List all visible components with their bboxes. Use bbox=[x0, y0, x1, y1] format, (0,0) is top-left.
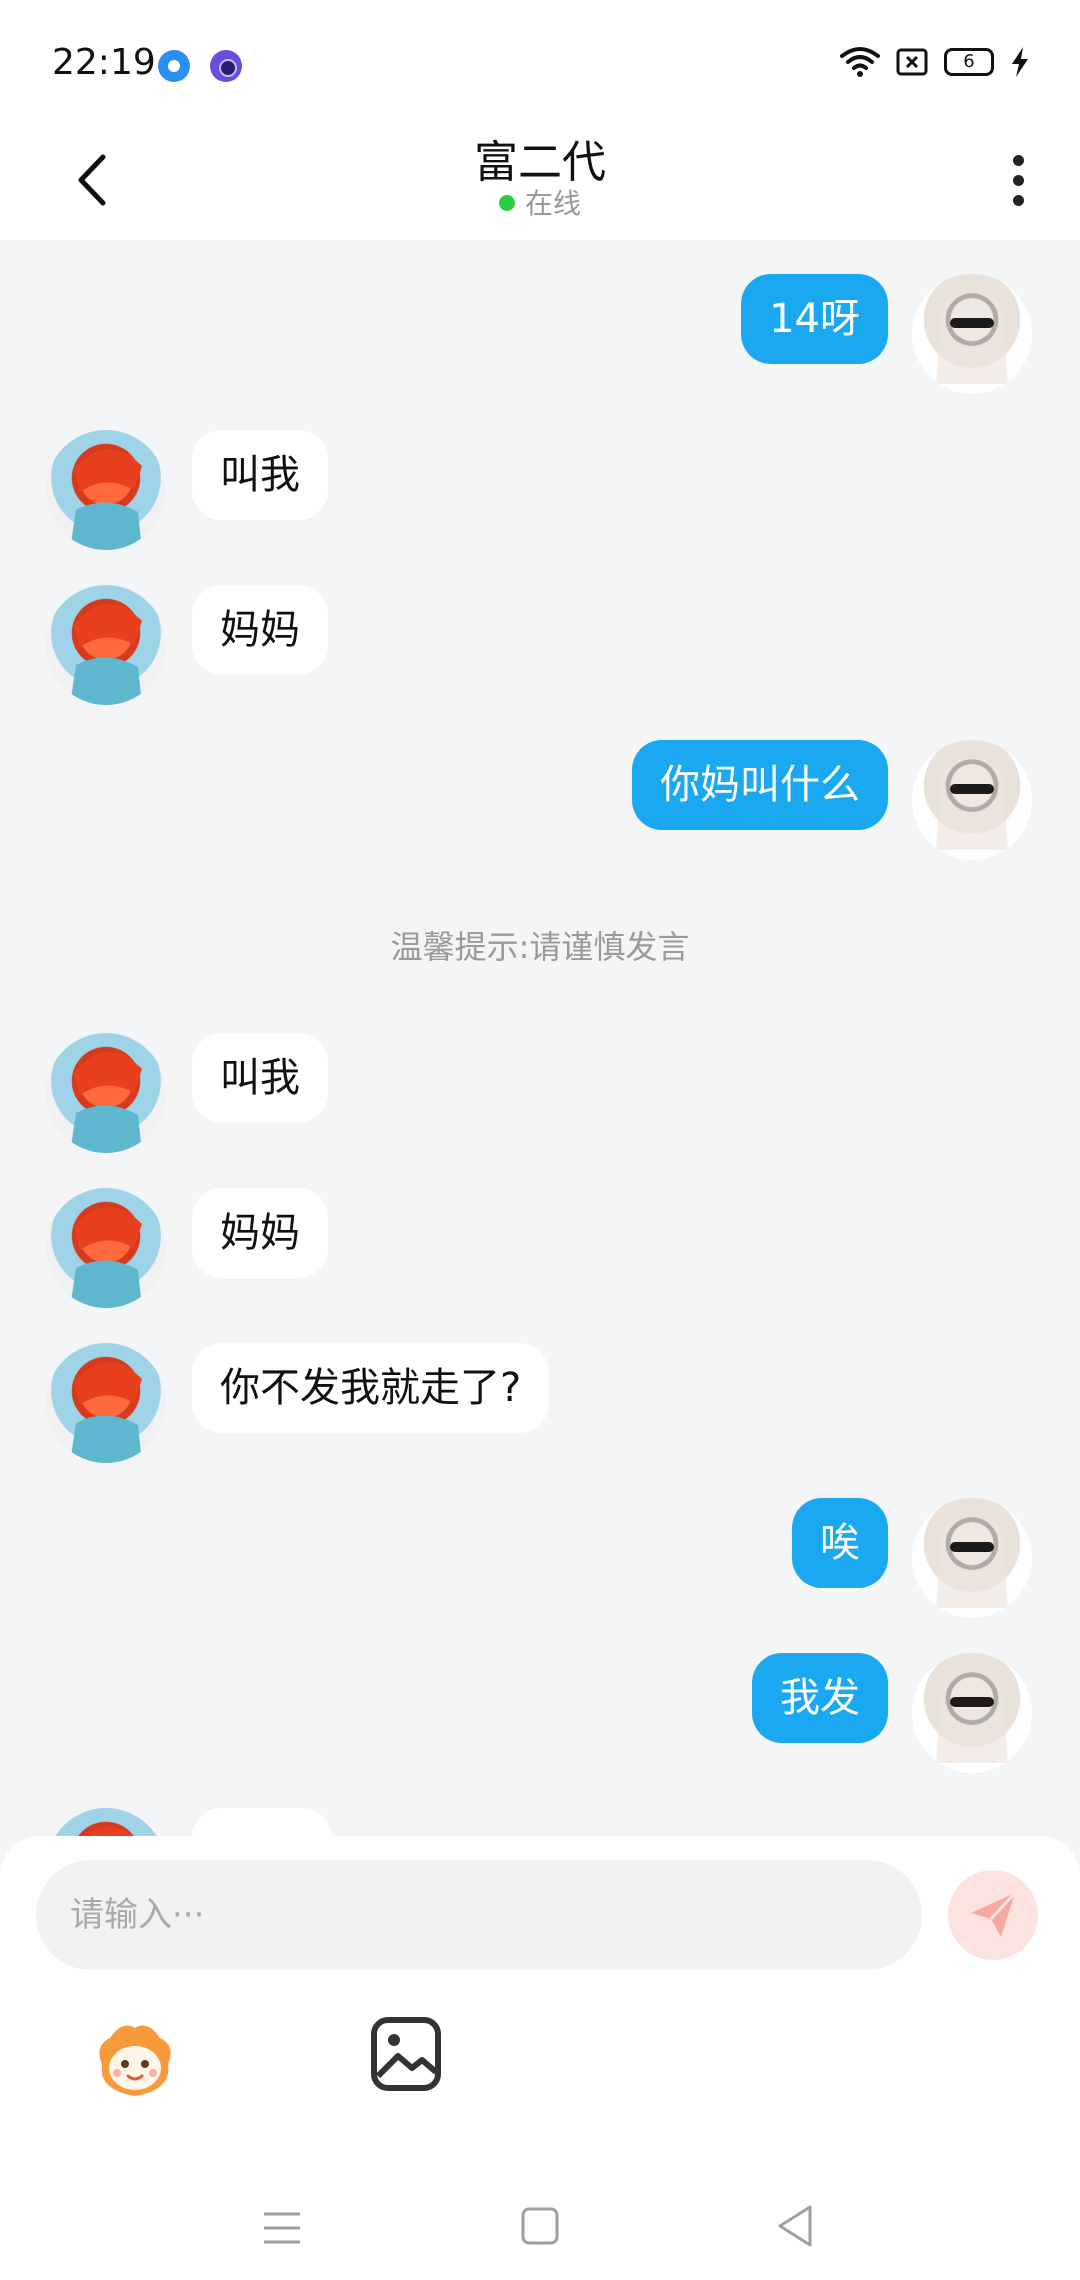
contact-avatar[interactable] bbox=[46, 430, 166, 550]
contact-avatar[interactable] bbox=[46, 1343, 166, 1463]
emoji-face-icon bbox=[99, 2025, 171, 2096]
image-icon bbox=[371, 2017, 441, 2091]
nav-back-button[interactable] bbox=[776, 2204, 814, 2252]
contact-avatar[interactable] bbox=[46, 585, 166, 705]
message-bubble-received[interactable]: 叫我 bbox=[192, 1033, 328, 1123]
online-status: 在线 bbox=[0, 182, 1080, 222]
my-avatar[interactable] bbox=[912, 1653, 1032, 1773]
message-input[interactable] bbox=[36, 1860, 922, 1970]
system-nav-bar bbox=[0, 2160, 1080, 2280]
square-icon bbox=[521, 2207, 559, 2245]
message-bubble-received-partial[interactable] bbox=[192, 1808, 332, 1836]
message-bubble-sent[interactable]: 你妈叫什么 bbox=[632, 740, 888, 830]
no-sim-icon bbox=[896, 48, 928, 76]
paper-plane-icon bbox=[971, 1891, 1017, 1937]
wifi-icon bbox=[840, 46, 880, 78]
contact-avatar[interactable] bbox=[46, 1033, 166, 1153]
contact-avatar[interactable] bbox=[46, 1188, 166, 1308]
message-bubble-sent[interactable]: 我发 bbox=[752, 1653, 888, 1743]
nav-home-button[interactable] bbox=[520, 2206, 560, 2250]
my-avatar[interactable] bbox=[912, 740, 1032, 860]
chat-title: 富二代 bbox=[474, 137, 606, 188]
system-tip: 温馨提示:请谨慎发言 bbox=[390, 928, 690, 966]
battery-indicator: 6 bbox=[944, 48, 994, 76]
online-status-label: 在线 bbox=[524, 187, 581, 220]
more-vertical-icon bbox=[1012, 154, 1024, 166]
my-avatar[interactable] bbox=[912, 274, 1032, 394]
message-bubble-sent[interactable]: 唉 bbox=[792, 1498, 888, 1588]
contact-avatar[interactable] bbox=[46, 1808, 166, 1836]
send-button[interactable] bbox=[948, 1870, 1038, 1960]
message-bubble-received[interactable]: 妈妈 bbox=[192, 1188, 328, 1278]
message-bubble-sent[interactable]: 14呀 bbox=[741, 274, 888, 364]
message-bubble-received[interactable]: 妈妈 bbox=[192, 585, 328, 675]
notification-app-icon bbox=[158, 50, 190, 82]
notification-app-icon-2 bbox=[210, 50, 242, 82]
charging-icon bbox=[1010, 47, 1030, 77]
my-avatar[interactable] bbox=[912, 1498, 1032, 1618]
chat-header: 富二代 在线 bbox=[0, 120, 1080, 240]
nav-menu-button[interactable] bbox=[262, 2210, 302, 2250]
menu-icon bbox=[264, 2212, 300, 2244]
status-time: 22:19 bbox=[52, 42, 156, 83]
emoji-button[interactable] bbox=[92, 2016, 178, 2102]
online-dot-icon bbox=[498, 195, 515, 211]
status-bar: 22:19 6 bbox=[0, 0, 1080, 120]
message-bubble-received[interactable]: 你不发我就走了? bbox=[192, 1343, 550, 1433]
triangle-back-icon bbox=[778, 2205, 812, 2247]
more-options-button[interactable] bbox=[998, 140, 1038, 220]
status-indicators: 6 bbox=[840, 46, 1030, 78]
message-bubble-received[interactable]: 叫我 bbox=[192, 430, 328, 520]
message-list[interactable]: 14呀 叫我 妈妈 你妈叫什么 温馨提示:请谨慎发言 叫我 妈妈 你不发我就走了… bbox=[0, 240, 1080, 1836]
image-picker-button[interactable] bbox=[370, 2016, 442, 2092]
